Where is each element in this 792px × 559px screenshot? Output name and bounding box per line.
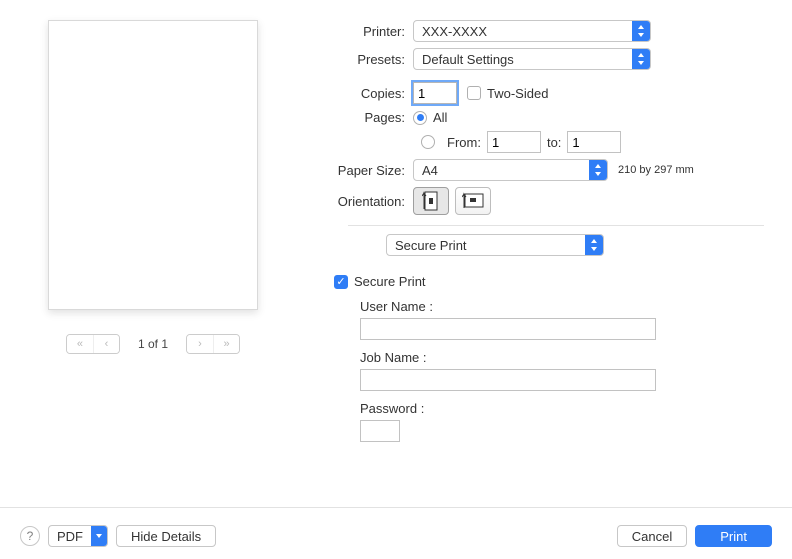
- pager-prev-button[interactable]: ‹: [93, 335, 119, 353]
- help-button[interactable]: ?: [20, 526, 40, 546]
- chevron-down-icon: [91, 526, 107, 546]
- secure-print-panel: ✓ Secure Print User Name : Job Name : Pa…: [334, 274, 764, 442]
- printer-label: Printer:: [318, 24, 413, 39]
- secure-print-checkbox[interactable]: ✓: [334, 275, 348, 289]
- printer-select[interactable]: XXX-XXXX: [413, 20, 651, 42]
- papersize-label: Paper Size:: [318, 163, 413, 178]
- password-input[interactable]: [360, 420, 400, 442]
- pager-text: 1 of 1: [138, 337, 168, 351]
- pages-from-radio[interactable]: [421, 135, 435, 149]
- portrait-icon: [422, 191, 440, 211]
- pages-from-input[interactable]: [487, 131, 541, 153]
- preview-page: [48, 20, 258, 310]
- jobname-input[interactable]: [360, 369, 656, 391]
- pages-from-label: From:: [447, 135, 481, 150]
- panel-select[interactable]: Secure Print: [386, 234, 604, 256]
- paper-dimensions: 210 by 297 mm: [618, 164, 694, 176]
- landscape-icon: [462, 192, 484, 210]
- username-label: User Name :: [360, 299, 764, 314]
- pager: « ‹ 1 of 1 › »: [28, 334, 278, 354]
- cancel-button[interactable]: Cancel: [617, 525, 687, 547]
- pager-first-button[interactable]: «: [67, 335, 93, 353]
- papersize-select[interactable]: A4: [413, 159, 608, 181]
- hide-details-button[interactable]: Hide Details: [116, 525, 216, 547]
- divider: [348, 225, 764, 226]
- orientation-portrait-button[interactable]: [413, 187, 449, 215]
- pages-to-label: to:: [547, 135, 561, 150]
- pages-to-input[interactable]: [567, 131, 621, 153]
- secure-print-label: Secure Print: [354, 274, 426, 289]
- updown-icon: [632, 21, 650, 41]
- orientation-label: Orientation:: [318, 194, 413, 209]
- copies-input[interactable]: [413, 82, 457, 104]
- updown-icon: [589, 160, 607, 180]
- username-input[interactable]: [360, 318, 656, 340]
- preview-column: « ‹ 1 of 1 › »: [28, 20, 278, 442]
- jobname-label: Job Name :: [360, 350, 764, 365]
- footer-divider: [0, 507, 792, 508]
- password-label: Password :: [360, 401, 764, 416]
- pager-next-button[interactable]: ›: [187, 335, 213, 353]
- orientation-landscape-button[interactable]: [455, 187, 491, 215]
- presets-label: Presets:: [318, 52, 413, 67]
- pager-last-button[interactable]: »: [213, 335, 239, 353]
- footer: ? PDF Hide Details Cancel Print: [0, 525, 792, 547]
- pdf-select[interactable]: PDF: [48, 525, 108, 547]
- print-button[interactable]: Print: [695, 525, 772, 547]
- pages-label: Pages:: [318, 110, 413, 125]
- two-sided-checkbox[interactable]: [467, 86, 481, 100]
- updown-icon: [585, 235, 603, 255]
- presets-select[interactable]: Default Settings: [413, 48, 651, 70]
- copies-label: Copies:: [318, 86, 413, 101]
- form-column: Printer: XXX-XXXX Presets: Default Setti…: [318, 20, 764, 442]
- two-sided-label: Two-Sided: [487, 86, 548, 101]
- updown-icon: [632, 49, 650, 69]
- pages-all-label: All: [433, 110, 447, 125]
- pages-all-radio[interactable]: [413, 111, 427, 125]
